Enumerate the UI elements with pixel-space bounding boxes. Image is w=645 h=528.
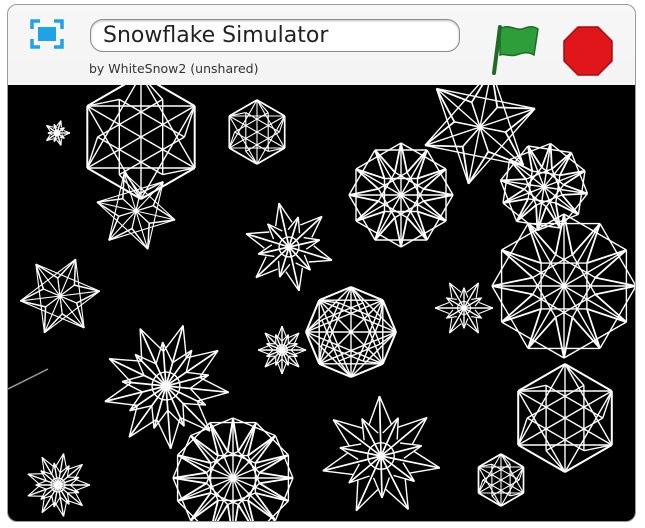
snowflake [322,395,441,512]
snowflake [517,363,613,473]
fullscreen-icon [30,19,64,49]
snowflake [104,324,230,450]
project-byline: by WhiteSnow2 (unshared) [89,61,259,76]
snowflake [19,258,101,334]
green-flag-button[interactable] [492,23,542,75]
snowflake [257,325,307,375]
snowflake [491,213,635,359]
player-window: Snowflake Simulator by WhiteSnow2 (unsha… [7,4,636,522]
green-flag-icon [492,25,539,75]
snowflake [348,142,454,248]
snowflake [228,99,286,165]
snowflake [305,286,397,378]
snowflake [477,453,525,507]
project-title-field[interactable]: Snowflake Simulator [90,19,460,52]
snowflake [172,417,294,521]
snowflake [245,202,333,292]
snowflake [27,453,91,517]
stop-sign-icon [563,26,613,76]
project-title: Snowflake Simulator [103,23,329,48]
pointer-line [8,368,49,390]
player-header: Snowflake Simulator by WhiteSnow2 (unsha… [8,5,635,85]
stage[interactable] [8,85,635,521]
snowflake [86,85,196,200]
snowflake-canvas [19,85,635,521]
snowflake [434,282,494,334]
snowflake [46,120,71,146]
snowflake [96,172,176,250]
stop-button[interactable] [562,25,614,77]
fullscreen-button[interactable] [30,19,64,49]
